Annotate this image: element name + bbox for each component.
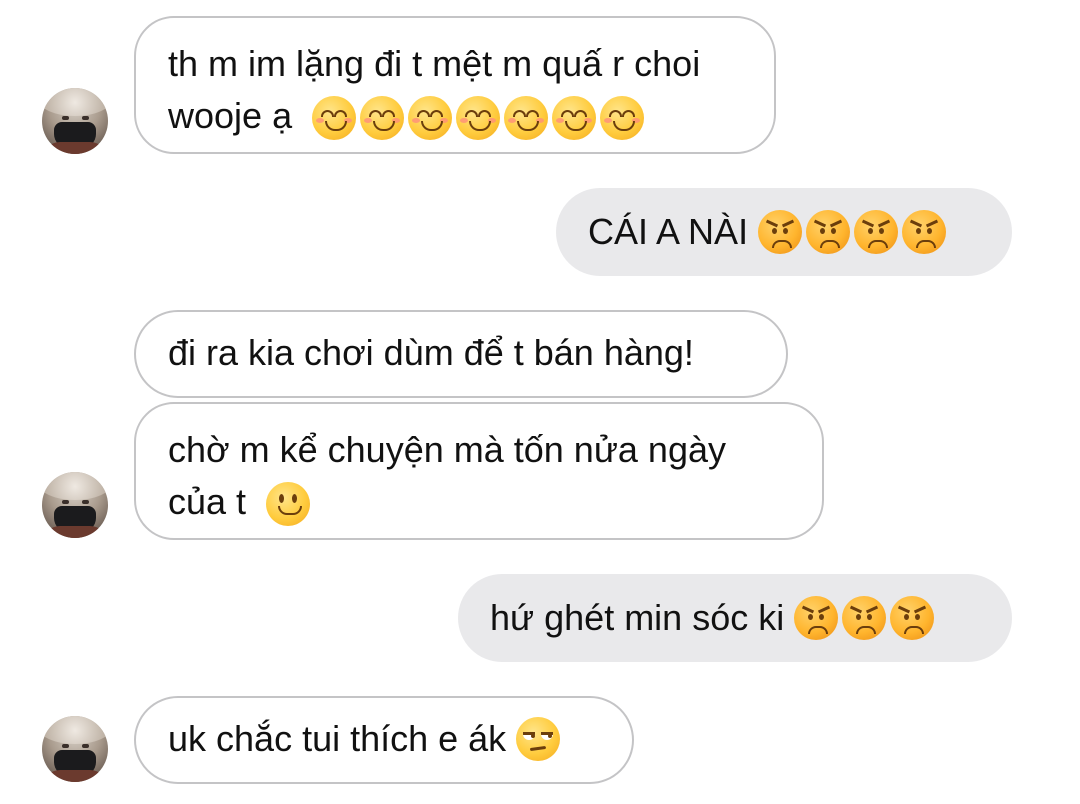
message-bubble-outgoing[interactable]: hứ ghét min sóc ki bbox=[458, 574, 1012, 662]
smiling-face-with-smiling-eyes-icon bbox=[312, 96, 645, 141]
message-bubble-incoming[interactable]: chờ m kể chuyện mà tốn nửa ngày của t bbox=[134, 402, 824, 540]
angry-face-icon bbox=[794, 596, 935, 640]
message-bubble-outgoing[interactable]: CÁI A NÀI bbox=[556, 188, 1012, 276]
message-text: hứ ghét min sóc ki bbox=[490, 597, 785, 638]
slightly-smiling-face-icon bbox=[266, 482, 311, 527]
message-text: th m im lặng đi t mệt m quấ r choi bbox=[168, 43, 701, 84]
message-bubble-incoming[interactable]: uk chắc tui thích e ák bbox=[134, 696, 634, 784]
contact-avatar[interactable] bbox=[42, 88, 108, 154]
contact-avatar[interactable] bbox=[42, 472, 108, 538]
message-text: CÁI A NÀI bbox=[588, 211, 749, 252]
message-bubble-incoming[interactable]: th m im lặng đi t mệt m quấ r choi wooje… bbox=[134, 16, 776, 154]
contact-avatar[interactable] bbox=[42, 716, 108, 782]
message-text: wooje ạ bbox=[168, 95, 293, 136]
angry-face-icon bbox=[758, 210, 947, 254]
message-text: của t bbox=[168, 481, 247, 522]
message-bubble-incoming[interactable]: đi ra kia chơi dùm để t bán hàng! bbox=[134, 310, 788, 398]
message-text: chờ m kể chuyện mà tốn nửa ngày bbox=[168, 429, 726, 470]
message-text: đi ra kia chơi dùm để t bán hàng! bbox=[168, 332, 694, 373]
message-text: uk chắc tui thích e ák bbox=[168, 718, 507, 759]
unamused-face-icon bbox=[516, 717, 561, 761]
